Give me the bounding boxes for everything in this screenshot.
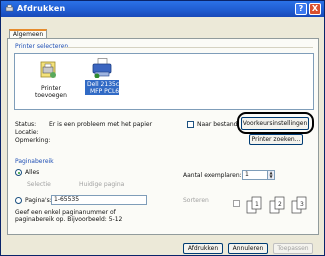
collate-checkbox[interactable] <box>233 200 240 207</box>
print-button[interactable]: Afdrukken <box>183 243 223 254</box>
page-range-hint: paginabereik op. Bijvoorbeeld: 5-12 <box>15 216 123 223</box>
page-range-hint: Geef een enkel paginanummer of <box>15 209 116 216</box>
printer-item-dell[interactable]: Dell 2135cn MFP PCL6 <box>85 58 123 106</box>
copies-spinner[interactable]: ▲ ▼ <box>267 170 275 180</box>
window-title: Afdrukken <box>17 4 66 13</box>
printer-icon <box>92 58 112 78</box>
print-to-file-label: Naar bestand <box>197 121 238 128</box>
printer-item-label: toevoegen <box>35 92 67 99</box>
print-to-file-checkbox[interactable] <box>187 121 194 128</box>
page-range-current-label: Huidige pagina <box>79 181 125 188</box>
printer-icon <box>5 4 14 12</box>
printer-item-add[interactable]: Printer toevoegen <box>33 60 67 105</box>
find-printer-button[interactable]: Printer zoeken... <box>249 134 303 145</box>
svg-text:1: 1 <box>255 201 259 208</box>
collate-label: Sorteren <box>183 197 209 204</box>
page-range-selection-label: Selectie <box>27 181 51 188</box>
page-range-label: Paginabereik <box>15 158 54 165</box>
apply-button[interactable]: Toepassen <box>273 243 313 254</box>
printer-item-label-selected: Dell 2135cn MFP PCL6 <box>85 80 123 95</box>
highlight-oval <box>237 112 314 134</box>
title-bar[interactable]: Afdrukken ? X <box>1 1 324 17</box>
svg-text:2: 2 <box>278 201 282 208</box>
status-label: Status: <box>15 121 37 128</box>
page-range-pages-label: Pagina's: <box>25 197 52 204</box>
close-button[interactable]: X <box>309 3 321 15</box>
comment-label: Opmerking: <box>15 137 51 144</box>
collate-pages-icon: 1 2 3 <box>246 196 307 214</box>
pages-input[interactable]: 1-65535 <box>51 195 147 205</box>
page-range-pages-radio[interactable] <box>15 197 22 204</box>
help-button[interactable]: ? <box>295 3 307 15</box>
printer-item-label: Printer <box>41 85 61 92</box>
status-value: Er is een probleem met het papier <box>49 121 153 128</box>
copies-input[interactable]: 1 <box>242 170 268 180</box>
print-dialog: Afdrukken ? X Algemeen Printer selectere… <box>0 0 325 256</box>
divider <box>63 47 313 48</box>
printer-select-label: Printer selecteren <box>15 43 69 50</box>
printer-list[interactable]: Printer toevoegen Dell 2135cn MFP PCL6 <box>14 53 314 110</box>
add-printer-icon <box>40 61 56 78</box>
page-range-all-radio[interactable] <box>15 169 22 176</box>
copies-label: Aantal exemplaren: <box>183 172 242 179</box>
page-range-all-label: Alles <box>25 169 40 176</box>
cancel-button[interactable]: Annuleren <box>228 243 268 254</box>
location-label: Locatie: <box>15 129 39 136</box>
svg-text:3: 3 <box>300 201 304 208</box>
